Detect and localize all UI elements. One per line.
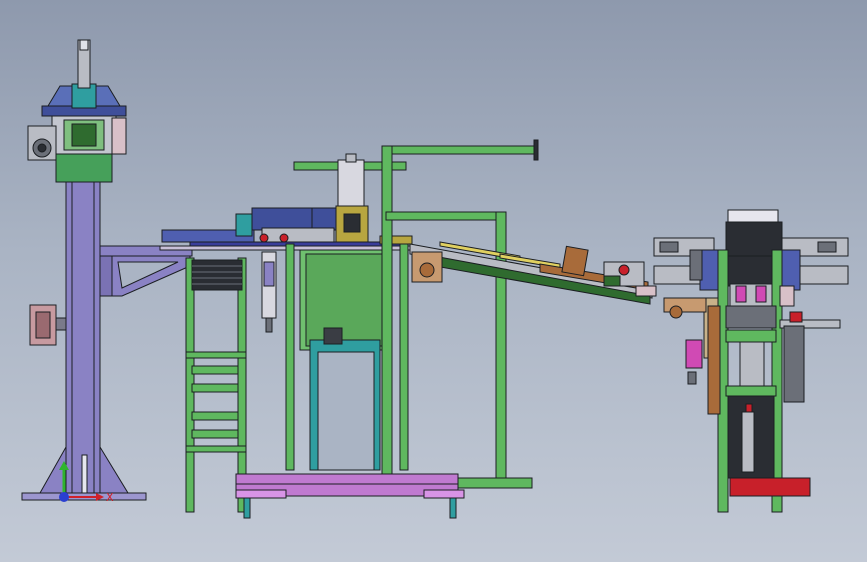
machine-drawing: X (21, 39, 849, 519)
right-turret-assembly[interactable] (653, 209, 849, 513)
left-ladder-stand (185, 251, 277, 513)
stacked-coil (191, 259, 243, 291)
center-cabinet (285, 153, 413, 471)
x-axis-label: X (106, 491, 114, 504)
feed-cylinder-block (251, 207, 313, 231)
column-gusset-right (99, 445, 129, 494)
cad-viewport[interactable]: X (0, 0, 867, 562)
head-lower-housing (55, 149, 113, 183)
origin-marker (59, 492, 69, 502)
center-vertical-cylinder (337, 159, 365, 209)
inclined-conveyor[interactable] (409, 241, 657, 305)
support-arm (99, 245, 193, 297)
turret-red-base (729, 477, 811, 497)
vertical-column (65, 179, 101, 494)
base-platform (235, 473, 465, 519)
